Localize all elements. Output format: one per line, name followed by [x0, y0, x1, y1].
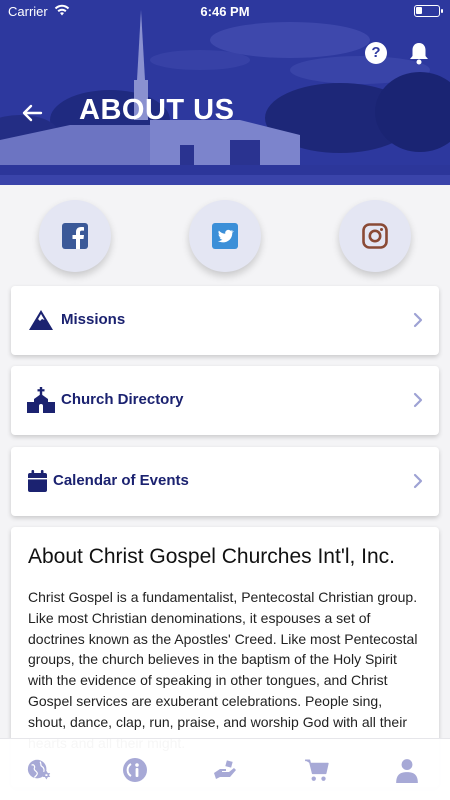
chevron-right-icon [413, 312, 423, 328]
globe-icon[interactable] [26, 757, 52, 783]
mountain-icon [29, 310, 53, 330]
page-title: ABOUT US [79, 94, 235, 126]
profile-icon[interactable] [394, 757, 420, 783]
calendar-label: Calendar of Events [53, 472, 189, 489]
twitter-icon [212, 223, 238, 249]
church-directory-card[interactable]: Church Directory [11, 366, 439, 435]
about-title: About Christ Gospel Churches Int'l, Inc. [28, 545, 396, 568]
facebook-button[interactable] [39, 200, 111, 272]
app-root: Carrier 6:46 PM ? ABOUT US Missions Chur… [0, 0, 450, 800]
instagram-icon [362, 223, 388, 249]
missions-card[interactable]: Missions [11, 286, 439, 355]
status-bar: Carrier 6:46 PM [0, 0, 450, 24]
notifications-bell-icon[interactable] [408, 41, 430, 65]
calendar-icon [28, 470, 47, 492]
back-arrow-icon[interactable] [20, 101, 44, 125]
missions-label: Missions [61, 311, 126, 328]
bottom-nav [0, 738, 450, 800]
chevron-right-icon [413, 392, 423, 408]
info-icon[interactable] [122, 757, 148, 783]
church-icon [27, 387, 55, 413]
cart-icon[interactable] [304, 757, 330, 783]
chevron-right-icon [413, 473, 423, 489]
battery-level [416, 7, 422, 14]
church-photo [0, 0, 450, 185]
help-button[interactable]: ? [365, 42, 387, 64]
about-body: Christ Gospel is a fundamentalist, Pente… [28, 589, 418, 751]
battery-icon [414, 5, 443, 17]
calendar-card[interactable]: Calendar of Events [11, 447, 439, 516]
twitter-button[interactable] [189, 200, 261, 272]
instagram-button[interactable] [339, 200, 411, 272]
giving-hand-icon[interactable] [212, 757, 238, 783]
status-time: 6:46 PM [200, 4, 250, 19]
header-banner: Carrier 6:46 PM ? ABOUT US [0, 0, 450, 185]
facebook-icon [62, 223, 88, 249]
church-directory-label: Church Directory [61, 391, 184, 408]
